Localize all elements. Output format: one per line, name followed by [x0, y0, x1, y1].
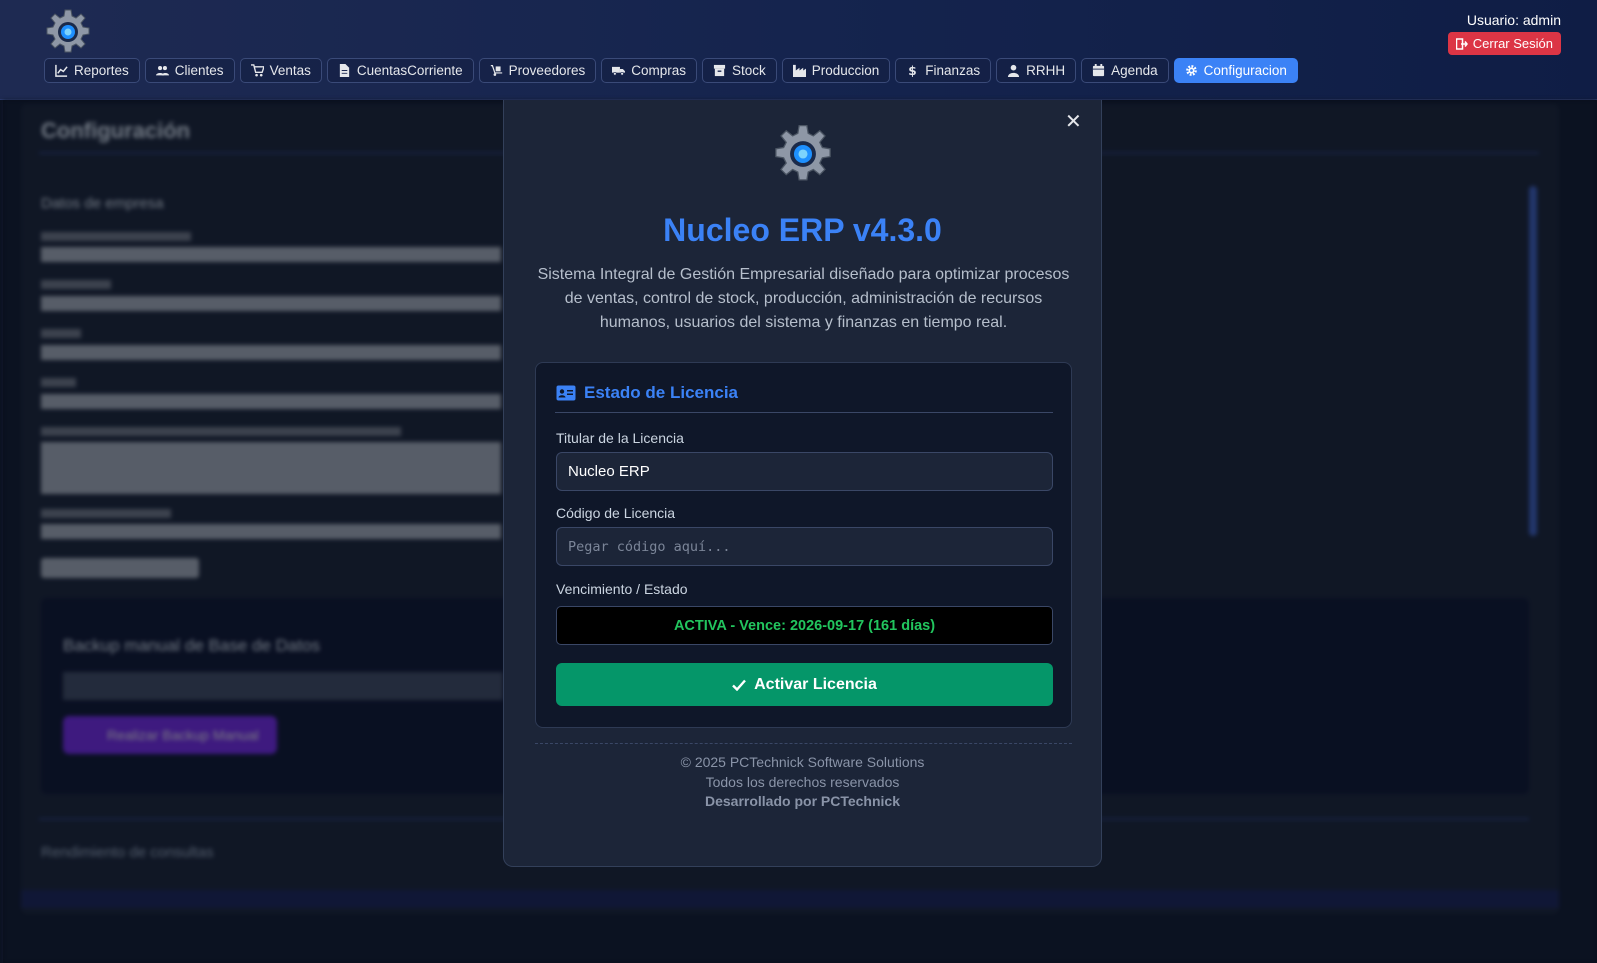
- top-header: Reportes Clientes Ventas CuentasCorrient…: [0, 0, 1597, 100]
- nav-label: Compras: [631, 63, 686, 78]
- svg-text:$: $: [909, 64, 917, 77]
- nav-label: Clientes: [174, 63, 224, 78]
- main-nav: Reportes Clientes Ventas CuentasCorrient…: [44, 58, 1298, 83]
- close-icon[interactable]: ✕: [1065, 112, 1082, 132]
- industry-icon: [792, 64, 806, 77]
- license-divider: [555, 412, 1053, 413]
- users-icon: [155, 66, 169, 76]
- user-icon: [1008, 64, 1020, 77]
- nav-item-cuentascorriente[interactable]: CuentasCorriente: [326, 58, 474, 83]
- nav-label: Agenda: [1111, 63, 1158, 78]
- nav-label: Finanzas: [925, 63, 981, 78]
- holder-label: Titular de la Licencia: [556, 430, 684, 446]
- nav-label: Stock: [731, 63, 766, 78]
- nav-item-proveedores[interactable]: Proveedores: [478, 58, 597, 83]
- status-label: Vencimiento / Estado: [556, 581, 688, 597]
- modal-description: Sistema Integral de Gestión Empresarial …: [537, 266, 1070, 331]
- about-license-modal: ✕ Nucleo ERP v4.3.0 Sistema Integral de …: [503, 100, 1102, 867]
- chart-line-icon: [55, 64, 68, 77]
- nav-label: Proveedores: [508, 63, 586, 78]
- sign-out-icon: [1455, 37, 1468, 50]
- nav-item-ventas[interactable]: Ventas: [239, 58, 322, 83]
- developer-text: Desarrollado por PCTechnick: [704, 793, 900, 809]
- nav-label: Configuracion: [1203, 63, 1287, 78]
- dollar-icon: $: [909, 64, 917, 77]
- license-heading-text: Estado de Licencia: [584, 383, 738, 402]
- nav-item-rrhh[interactable]: RRHH: [996, 58, 1077, 83]
- nav-label: CuentasCorriente: [356, 63, 463, 78]
- nav-label: RRHH: [1026, 63, 1066, 78]
- dolly-icon: [490, 65, 502, 76]
- activate-label: Activar Licencia: [754, 675, 877, 693]
- logout-button[interactable]: Cerrar Sesión: [1447, 32, 1561, 55]
- cart-icon: [250, 64, 264, 77]
- gear-icon: [1185, 65, 1197, 76]
- nav-item-configuracion[interactable]: Configuracion: [1173, 58, 1298, 83]
- license-holder-field[interactable]: Nucleo ERP: [556, 452, 1053, 491]
- nav-item-produccion[interactable]: Produccion: [781, 58, 891, 83]
- nav-item-compras[interactable]: Compras: [601, 58, 697, 83]
- nav-item-reportes[interactable]: Reportes: [44, 58, 140, 83]
- current-user-label: Usuario: admin: [1466, 12, 1561, 28]
- file-icon: [339, 64, 350, 77]
- nav-label: Ventas: [269, 63, 311, 78]
- activate-license-button[interactable]: Activar Licencia: [556, 663, 1053, 706]
- app-logo-gear-icon: [775, 124, 831, 181]
- nav-label: Reportes: [74, 63, 129, 78]
- check-icon: [732, 679, 747, 691]
- id-card-icon: [556, 385, 576, 401]
- copyright-text: © 2025 PCTechnick Software Solutions: [680, 754, 925, 770]
- nav-item-clientes[interactable]: Clientes: [144, 58, 235, 83]
- box-icon: [713, 64, 726, 77]
- calendar-icon: [1093, 64, 1105, 77]
- license-status-card: Estado de Licencia Titular de la Licenci…: [535, 362, 1072, 728]
- license-status-value: ACTIVA - Vence: 2026-09-17 (161 días): [556, 606, 1053, 645]
- code-label: Código de Licencia: [556, 505, 676, 521]
- nav-item-stock[interactable]: Stock: [701, 58, 777, 83]
- nav-item-finanzas[interactable]: $ Finanzas: [895, 58, 992, 83]
- logout-label: Cerrar Sesión: [1472, 36, 1553, 51]
- modal-title: Nucleo ERP v4.3.0: [663, 212, 942, 248]
- license-heading: Estado de Licencia: [556, 383, 738, 403]
- footer-divider: [535, 743, 1072, 744]
- app-logo-gear-icon[interactable]: [44, 8, 92, 56]
- rights-text: Todos los derechos reservados: [705, 774, 900, 790]
- truck-icon: [612, 66, 626, 76]
- license-code-input[interactable]: Pegar código aquí...: [556, 527, 1053, 566]
- nav-item-agenda[interactable]: Agenda: [1081, 58, 1169, 83]
- nav-label: Produccion: [811, 63, 880, 78]
